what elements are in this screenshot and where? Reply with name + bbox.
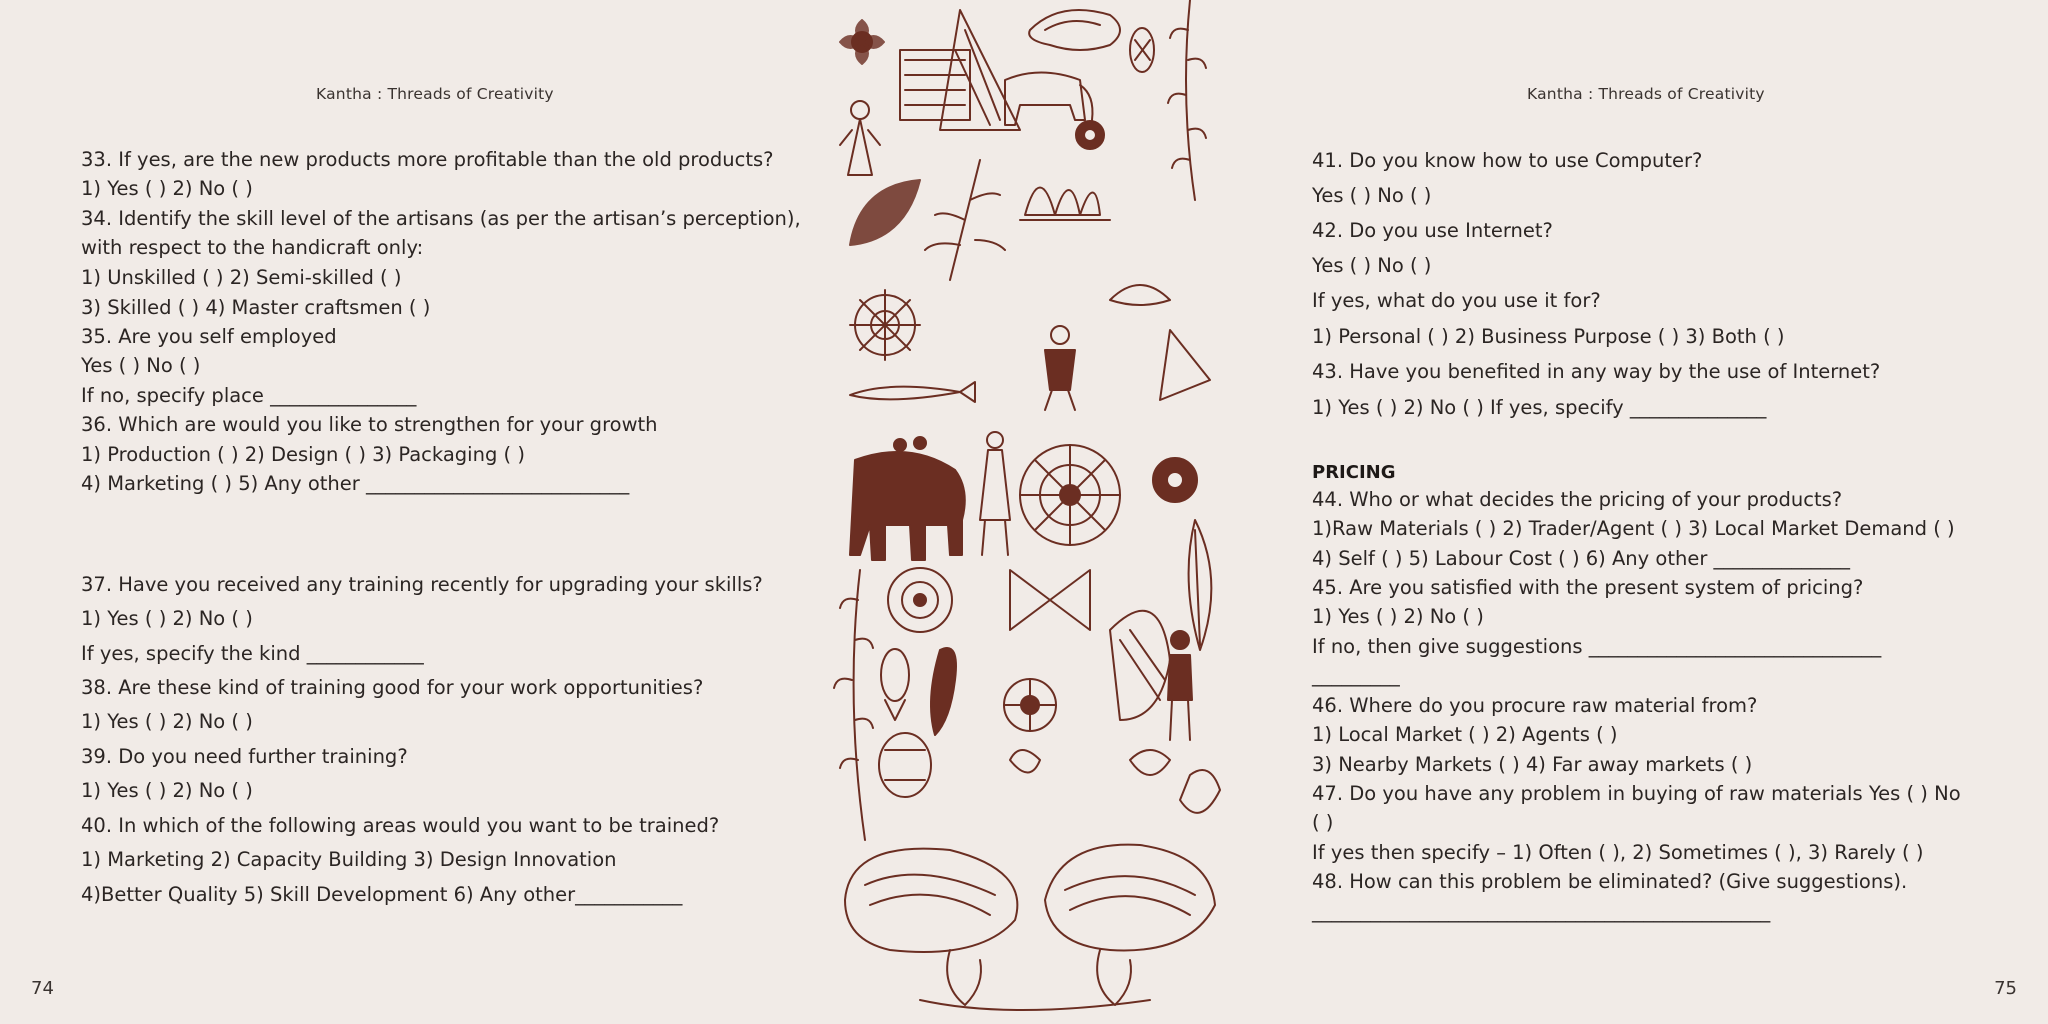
answer-options: 3) Skilled ( ) 4) Master craftsmen ( ) [81, 296, 431, 319]
human-figure-right [1167, 630, 1193, 741]
page-number: 75 [1994, 978, 2017, 999]
answer-options: 1) Local Market ( ) 2) Agents ( ) [1312, 723, 1618, 746]
answer-blank: ________________________________________… [1312, 900, 1771, 923]
left-page: Kantha : Threads of Creativity 33. If ye… [0, 0, 830, 1024]
flower-cluster [1003, 678, 1057, 732]
question-37: 37. Have you received any training recen… [81, 573, 763, 596]
question-36: 36. Which are would you like to strength… [81, 413, 658, 436]
answer-options: 1) Personal ( ) 2) Business Purpose ( ) … [1312, 325, 1785, 348]
answer-options: 1) Yes ( ) 2) No ( ) [81, 779, 253, 802]
question-47-cont: ( ) [1312, 811, 1334, 834]
fish-motif [1129, 27, 1155, 73]
fish-motif-vertical [880, 648, 910, 721]
answer-options: 1) Unskilled ( ) 2) Semi-skilled ( ) [81, 266, 402, 289]
answer-blank: _________ [1312, 664, 1400, 687]
lotus-motif [1019, 186, 1111, 221]
flower-motif-right [1152, 457, 1198, 503]
answer-options: 1) Production ( ) 2) Design ( ) 3) Packa… [81, 443, 525, 466]
answer-followup: If no, then give suggestions ___________… [1312, 635, 1882, 658]
answer-followup: If yes, what do you use it for? [1312, 289, 1601, 312]
answer-options: 1) Marketing 2) Capacity Building 3) Des… [81, 848, 617, 871]
peacock-motif [1109, 609, 1171, 721]
answer-options: 1) Yes ( ) 2) No ( ) [1312, 605, 1484, 628]
sun-wheel-motif [849, 289, 921, 361]
section-heading: PRICING [1312, 462, 1396, 483]
answer-options: 1) Yes ( ) 2) No ( ) [81, 177, 253, 200]
kantha-illustration [830, 0, 1225, 1024]
question-40: 40. In which of the following areas woul… [81, 814, 720, 837]
question-45: 45. Are you satisfied with the present s… [1312, 576, 1864, 599]
fish-motif-long [849, 381, 976, 403]
rosette-motif [1075, 120, 1105, 150]
question-41: 41. Do you know how to use Computer? [1312, 149, 1703, 172]
running-head: Kantha : Threads of Creativity [316, 85, 554, 103]
paisley-motif [1028, 9, 1121, 51]
mandala-motif [1019, 444, 1121, 546]
leaf-vine [1167, 0, 1207, 201]
right-page: Kantha : Threads of Creativity 41. Do yo… [1225, 0, 2048, 1024]
elephant-motif-small [1004, 71, 1094, 126]
peacock-pair-bottom [844, 843, 1216, 1011]
answer-options: 4) Marketing ( ) 5) Any other __________… [81, 472, 630, 495]
question-44: 44. Who or what decides the pricing of y… [1312, 488, 1843, 511]
answer-options: Yes ( ) No ( ) [1312, 184, 1432, 207]
answer-followup: If yes, specify the kind ____________ [81, 642, 424, 665]
horse-motif [899, 9, 1021, 131]
answer-options: 3) Nearby Markets ( ) 4) Far away market… [1312, 753, 1753, 776]
human-figure-center [1044, 325, 1076, 411]
question-47: 47. Do you have any problem in buying of… [1312, 782, 1961, 805]
question-48: 48. How can this problem be eliminated? … [1312, 870, 1908, 893]
answer-followup: If yes then specify – 1) Often ( ), 2) S… [1312, 841, 1924, 864]
answer-followup: If no, specify place _______________ [81, 384, 417, 407]
question-46: 46. Where do you procure raw material fr… [1312, 694, 1758, 717]
leaf-motif [849, 179, 921, 246]
question-33: 33. If yes, are the new products more pr… [81, 148, 774, 171]
question-43: 43. Have you benefited in any way by the… [1312, 360, 1881, 383]
question-34-cont: with respect to the handicraft only: [81, 236, 424, 259]
plant-motif [924, 159, 1006, 281]
bow-motif [1009, 569, 1091, 631]
question-34: 34. Identify the skill level of the arti… [81, 207, 801, 230]
leaf-vine-left [833, 569, 874, 841]
figure-silhouette [930, 647, 957, 736]
question-42: 42. Do you use Internet? [1312, 219, 1553, 242]
question-39: 39. Do you need further training? [81, 745, 408, 768]
human-figure [839, 100, 881, 176]
answer-options: 1) Yes ( ) 2) No ( ) [81, 607, 253, 630]
flower-motif [839, 19, 885, 65]
bird-motif [1109, 284, 1211, 401]
running-head: Kantha : Threads of Creativity [1527, 85, 1765, 103]
elephant-motif [849, 436, 966, 561]
page-number: 74 [31, 978, 54, 999]
vase-motif [878, 732, 932, 798]
answer-options: Yes ( ) No ( ) [81, 354, 201, 377]
answer-options: 4)Better Quality 5) Skill Development 6)… [81, 883, 683, 906]
question-35: 35. Are you self employed [81, 325, 337, 348]
answer-options: Yes ( ) No ( ) [1312, 254, 1432, 277]
woman-figure [979, 431, 1011, 556]
question-38: 38. Are these kind of training good for … [81, 676, 704, 699]
answer-options: 1)Raw Materials ( ) 2) Trader/Agent ( ) … [1312, 517, 1955, 540]
medallion-motif [887, 567, 953, 633]
leaf-heart-motifs [1009, 749, 1221, 814]
answer-options: 1) Yes ( ) 2) No ( ) If yes, specify ___… [1312, 396, 1767, 419]
answer-options: 1) Yes ( ) 2) No ( ) [81, 710, 253, 733]
answer-options: 4) Self ( ) 5) Labour Cost ( ) 6) Any ot… [1312, 547, 1851, 570]
leaf-motif-right [1187, 519, 1213, 651]
